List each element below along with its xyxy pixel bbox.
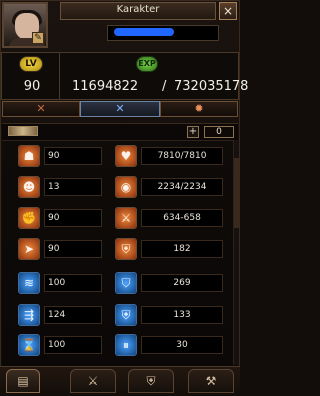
bottom-tab-bar: ▤ ⚔ ⛨ ⚒ [0, 366, 240, 396]
mana-icon: ◉ [115, 176, 137, 198]
window-title: Karakter [116, 4, 160, 15]
stat-right-4-value: 182 [141, 240, 223, 258]
available-points: 0 [204, 126, 234, 138]
stat-left-1: ☗ 90 [18, 145, 108, 167]
stat-right-2-value: 2234/2234 [141, 178, 223, 196]
equipment-tab[interactable]: ⚔ [70, 369, 116, 393]
stat-right-6: ⛨ 133 [115, 304, 227, 326]
stat-right-7: ⏸ 30 [115, 334, 227, 356]
emblem-tab-icon: ✹ [194, 102, 204, 115]
wind-attack-icon: ≋ [18, 272, 40, 294]
stat-left-7: ⌛ 100 [18, 334, 108, 356]
stat-right-2: ◉ 2234/2234 [115, 176, 227, 198]
character-tab[interactable]: ▤ [6, 369, 40, 393]
stat-left-6: ⇶ 124 [18, 304, 108, 326]
heart-icon: ♥ [115, 145, 137, 167]
stat-right-6-value: 133 [141, 306, 223, 324]
strength-icon: ☗ [18, 145, 40, 167]
mind-icon: ☻ [18, 176, 40, 198]
weapon-icon[interactable] [8, 126, 38, 136]
character-tab-icon: ▤ [17, 374, 29, 388]
stat-right-1: ♥ 7810/7810 [115, 145, 227, 167]
settings-icon[interactable]: ✎ [32, 32, 44, 44]
hourglass-icon: ⌛ [18, 334, 40, 356]
stat-left-5-value: 100 [44, 274, 102, 292]
stat-right-5-value: 269 [141, 274, 223, 292]
skills-tab-icon: ✕ [115, 102, 125, 115]
stat-right-7-value: 30 [141, 336, 223, 354]
stat-left-6-value: 124 [44, 306, 102, 324]
stat-left-5: ≋ 100 [18, 272, 108, 294]
arrow-attack-icon: ⇶ [18, 304, 40, 326]
stat-left-7-value: 100 [44, 336, 102, 354]
level-exp-divider [59, 53, 60, 99]
character-name-redacted [114, 28, 174, 36]
exp-badge: EXP [136, 56, 158, 72]
exp-next: 732035178 [174, 79, 249, 94]
tab-combat[interactable]: ✕ [2, 101, 80, 117]
crafting-tab[interactable]: ⚒ [188, 369, 234, 393]
sword-icon: ⚔ [115, 207, 137, 229]
crafting-tab-icon: ⚒ [205, 374, 217, 388]
close-button[interactable]: × [219, 2, 237, 20]
add-stat-point-button[interactable]: + [187, 126, 199, 138]
stat-right-4: ⛨ 182 [115, 238, 227, 260]
window-header: ✎ Karakter × [0, 0, 240, 50]
stat-left-1-value: 90 [44, 147, 102, 165]
speed-icon: ➤ [18, 238, 40, 260]
tab-skills[interactable]: ✕ [80, 101, 160, 117]
stats-scrollbar[interactable] [233, 140, 239, 365]
stat-left-3-value: 90 [44, 209, 102, 227]
stat-left-2: ☻ 13 [18, 176, 108, 198]
stat-right-3: ⚔ 634-658 [115, 207, 227, 229]
armor-icon: ⛉ [115, 272, 137, 294]
shield-icon: ⛨ [115, 238, 137, 260]
character-name-bar [107, 25, 219, 41]
level-value: 90 [23, 79, 41, 94]
pillar-icon: ⏸ [115, 334, 137, 356]
character-avatar[interactable]: ✎ [2, 2, 48, 48]
stat-left-2-value: 13 [44, 178, 102, 196]
stat-right-5: ⛉ 269 [115, 272, 227, 294]
weapon-row: + 0 [2, 123, 238, 141]
guild-tab[interactable]: ⛨ [128, 369, 174, 393]
magic-shield-icon: ⛨ [115, 304, 137, 326]
equipment-tab-icon: ⚔ [87, 374, 99, 388]
stat-left-4-value: 90 [44, 240, 102, 258]
exp-current: 11694822 [72, 79, 139, 94]
top-tabs: ✕ ✕ ✹ [2, 101, 238, 119]
stat-left-4: ➤ 90 [18, 238, 108, 260]
stat-right-3-value: 634-658 [141, 209, 223, 227]
stat-right-1-value: 7810/7810 [141, 147, 223, 165]
level-badge: LV [19, 56, 43, 72]
title-bar: Karakter [60, 2, 216, 20]
guild-tab-icon: ⛨ [146, 374, 156, 388]
stat-left-3: ✊ 90 [18, 207, 108, 229]
tab-emblem[interactable]: ✹ [160, 101, 238, 117]
exp-separator: / [162, 79, 167, 94]
combat-tab-icon: ✕ [36, 102, 46, 115]
fist-icon: ✊ [18, 207, 40, 229]
stats-scrollbar-thumb[interactable] [234, 158, 239, 228]
